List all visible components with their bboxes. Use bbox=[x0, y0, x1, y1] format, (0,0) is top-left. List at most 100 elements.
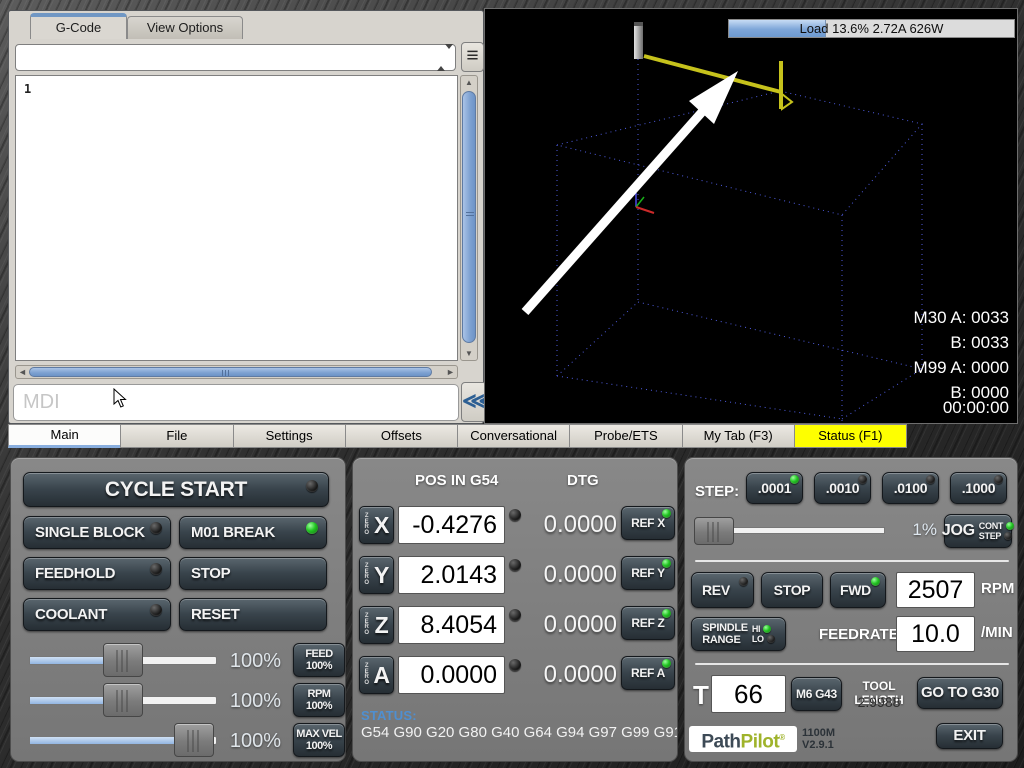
step-0001-button[interactable]: .0001 bbox=[746, 472, 803, 504]
jog-speed-value: 1% bbox=[897, 520, 937, 540]
spindle-fwd-button[interactable]: FWD bbox=[830, 572, 886, 608]
x-pos-field[interactable]: -0.4276 bbox=[398, 506, 505, 544]
tab-probe-ets[interactable]: Probe/ETS bbox=[569, 424, 682, 448]
spindle-load-meter: Load 13.6% 2.72A 626W bbox=[728, 19, 1015, 38]
rpm-override-slider[interactable] bbox=[29, 683, 217, 717]
exit-button[interactable]: EXIT bbox=[936, 723, 1003, 749]
step-1000-button[interactable]: .1000 bbox=[950, 472, 1007, 504]
tab-my-tab-f3[interactable]: My Tab (F3) bbox=[682, 424, 795, 448]
zero-y-button[interactable]: ZERO Y bbox=[359, 556, 394, 594]
jog-cont-led bbox=[1006, 522, 1014, 530]
scroll-down-icon[interactable]: ▼ bbox=[461, 347, 477, 360]
jog-speed-slider[interactable] bbox=[699, 514, 885, 548]
pathpilot-logo: PathPilot® bbox=[689, 726, 797, 752]
scroll-left-icon[interactable]: ◄ bbox=[16, 366, 29, 378]
cycle-start-led bbox=[306, 480, 318, 492]
ref-a-led bbox=[662, 659, 671, 668]
step-0001-led bbox=[790, 475, 799, 484]
range-lo-led bbox=[767, 635, 775, 643]
m6-g43-button[interactable]: M6 G43 bbox=[791, 677, 842, 711]
mdi-input[interactable] bbox=[13, 384, 459, 421]
maxvel-override-slider[interactable] bbox=[29, 723, 217, 757]
tab-gcode[interactable]: G-Code bbox=[30, 13, 127, 39]
stop-button[interactable]: STOP bbox=[179, 557, 327, 590]
scroll-up-icon[interactable]: ▲ bbox=[461, 76, 477, 89]
ref-y-button[interactable]: REF Y bbox=[621, 556, 675, 590]
tab-view-options[interactable]: View Options bbox=[127, 16, 243, 39]
ref-x-led bbox=[662, 509, 671, 518]
a-axis-led bbox=[509, 659, 521, 671]
coolant-led bbox=[150, 604, 162, 616]
tab-offsets[interactable]: Offsets bbox=[345, 424, 458, 448]
tool-number-field[interactable]: 66 bbox=[711, 675, 786, 713]
spindle-rpm-field[interactable]: 2507 bbox=[896, 572, 975, 608]
step-0100-button[interactable]: .0100 bbox=[882, 472, 939, 504]
feed-override-value: 100% bbox=[221, 650, 281, 673]
ref-y-led bbox=[662, 559, 671, 568]
spindle-stop-button[interactable]: STOP bbox=[761, 572, 823, 608]
jog-direction-arrow bbox=[525, 71, 738, 312]
combobox-spinner-icon[interactable] bbox=[437, 49, 449, 67]
editor-horizontal-scrollbar[interactable]: ◄ ► bbox=[15, 365, 458, 379]
jog-slider-handle[interactable] bbox=[694, 517, 734, 545]
jog-cont-step-button[interactable]: JOG CONT STEP bbox=[944, 514, 1012, 548]
spindle-rev-led bbox=[739, 577, 748, 586]
single-block-button[interactable]: SINGLE BLOCK bbox=[23, 516, 171, 549]
m01-break-button[interactable]: M01 BREAK bbox=[179, 516, 327, 549]
tab-conversational[interactable]: Conversational bbox=[457, 424, 570, 448]
gcode-editor[interactable]: 1 bbox=[15, 75, 458, 361]
tab-main[interactable]: Main bbox=[8, 424, 121, 448]
z-pos-field[interactable]: 8.4054 bbox=[398, 606, 505, 644]
spindle-rev-button[interactable]: REV bbox=[691, 572, 754, 608]
a-pos-field[interactable]: 0.0000 bbox=[398, 656, 505, 694]
zero-x-button[interactable]: ZERO X bbox=[359, 506, 394, 544]
ref-a-button[interactable]: REF A bbox=[621, 656, 675, 690]
zero-a-button[interactable]: ZERO A bbox=[359, 656, 394, 694]
feed-slider-handle[interactable] bbox=[103, 643, 143, 677]
feedrate-label: FEEDRATE: bbox=[819, 626, 904, 643]
tab-settings[interactable]: Settings bbox=[233, 424, 346, 448]
spindle-fwd-led bbox=[871, 577, 880, 586]
cycle-start-button[interactable]: CYCLE START bbox=[23, 472, 329, 507]
menu-icon[interactable]: ≡ bbox=[461, 42, 484, 72]
maxvel-100-button[interactable]: MAX VEL100% bbox=[293, 723, 345, 757]
machine-model-version: 1100MV2.9.1 bbox=[802, 727, 835, 751]
y-pos-field[interactable]: 2.0143 bbox=[398, 556, 505, 594]
ref-x-button[interactable]: REF X bbox=[621, 506, 675, 540]
tab-file[interactable]: File bbox=[120, 424, 233, 448]
zero-z-button[interactable]: ZERO Z bbox=[359, 606, 394, 644]
machine-envelope-lines bbox=[557, 59, 922, 421]
maxvel-override-value: 100% bbox=[221, 730, 281, 753]
rpm-slider-handle[interactable] bbox=[103, 683, 143, 717]
scroll-right-icon[interactable]: ► bbox=[444, 366, 457, 378]
tab-status-f1[interactable]: Status (F1) bbox=[794, 424, 907, 448]
rpm-override-value: 100% bbox=[221, 690, 281, 713]
feed-100-button[interactable]: FEED100% bbox=[293, 643, 345, 677]
step-1000-led bbox=[994, 475, 1003, 484]
horizontal-scroll-thumb[interactable] bbox=[29, 367, 432, 377]
ref-z-button[interactable]: REF Z bbox=[621, 606, 675, 640]
a-dtg-value: 0.0000 bbox=[525, 656, 617, 694]
pos-header: POS IN G54 bbox=[415, 472, 498, 489]
coolant-button[interactable]: COOLANT bbox=[23, 598, 171, 631]
x-axis-led bbox=[509, 509, 521, 521]
editor-vertical-scrollbar[interactable]: ▲ ▼ bbox=[460, 75, 478, 361]
feedrate-field[interactable]: 10.0 bbox=[896, 616, 975, 652]
status-label: STATUS: bbox=[361, 708, 417, 723]
maxvel-slider-handle[interactable] bbox=[174, 723, 214, 757]
feed-override-slider[interactable] bbox=[29, 643, 217, 677]
vertical-scroll-thumb[interactable] bbox=[462, 91, 476, 343]
jog-step-led bbox=[1004, 532, 1012, 540]
step-0010-button[interactable]: .0010 bbox=[814, 472, 871, 504]
z-dtg-value: 0.0000 bbox=[525, 606, 617, 644]
goto-g30-button[interactable]: GO TO G30 bbox=[917, 677, 1003, 709]
gcode-file-combobox[interactable] bbox=[15, 44, 456, 71]
spindle-range-button[interactable]: SPINDLERANGE HI LO bbox=[691, 617, 786, 651]
ref-z-led bbox=[662, 609, 671, 618]
cycle-timer: 00:00:00 bbox=[943, 398, 1009, 418]
feedhold-button[interactable]: FEEDHOLD bbox=[23, 557, 171, 590]
toolpath-viewer[interactable]: Load 13.6% 2.72A 626W M30 A: 0033 B: 003… bbox=[484, 8, 1018, 424]
tool-length-value: 2.9988 bbox=[843, 694, 915, 710]
rpm-100-button[interactable]: RPM100% bbox=[293, 683, 345, 717]
reset-button[interactable]: RESET bbox=[179, 598, 327, 631]
